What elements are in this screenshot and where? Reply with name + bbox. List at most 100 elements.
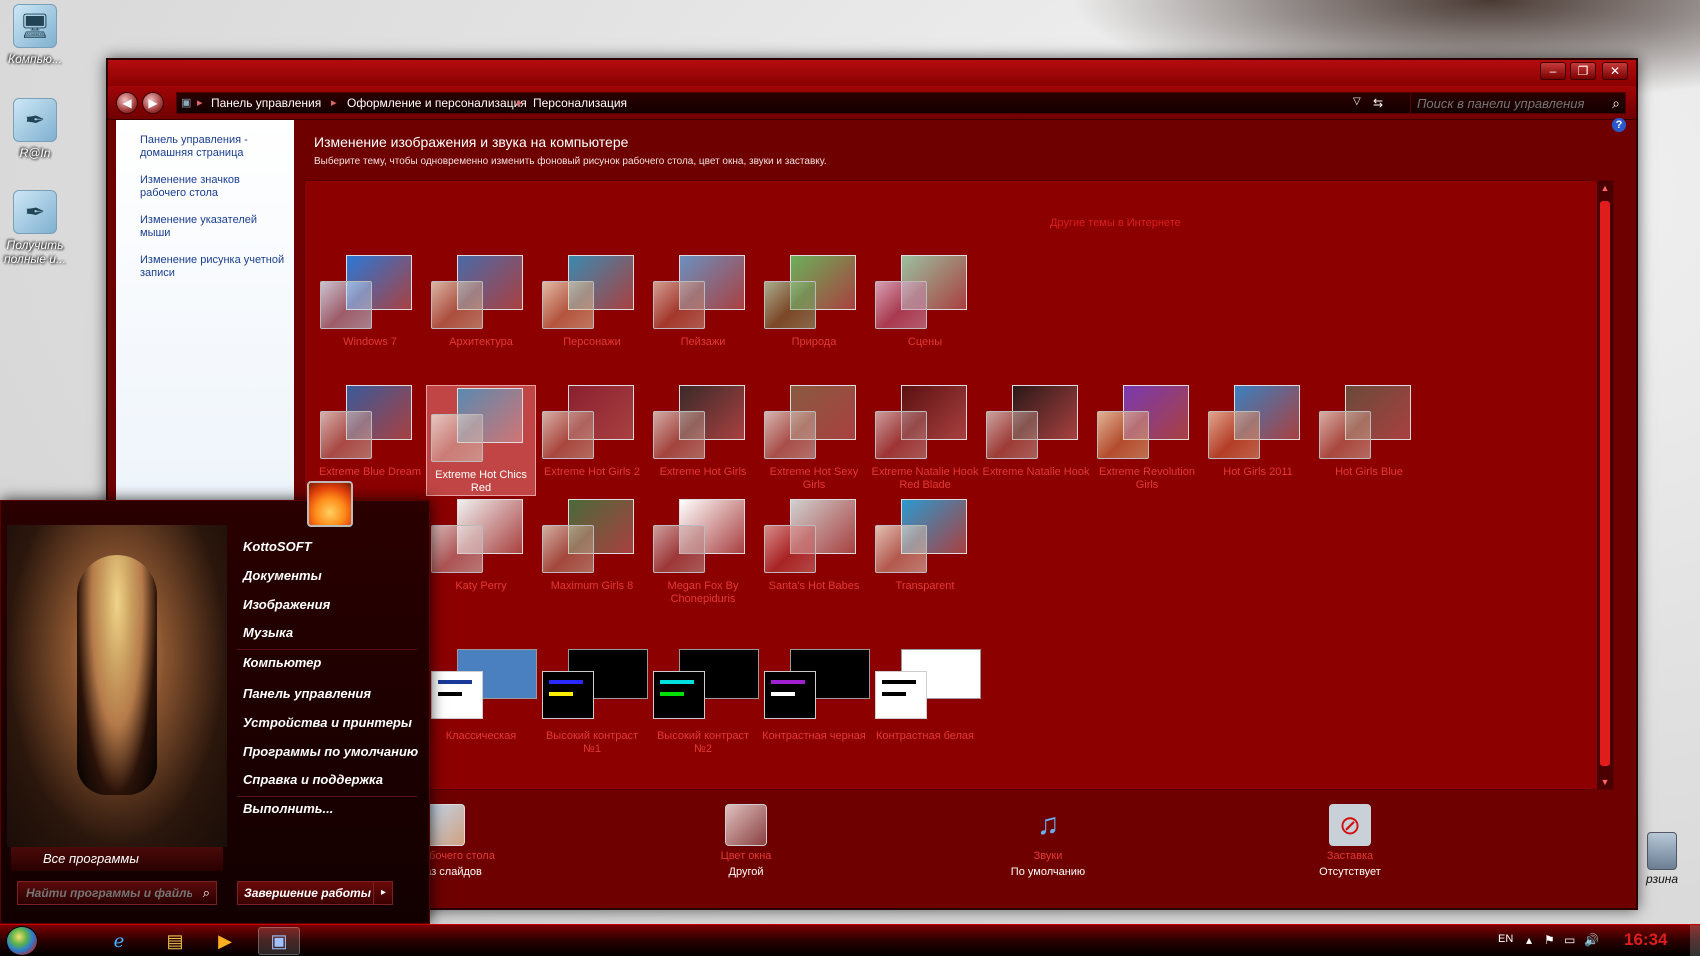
search-box[interactable]: ⌕ [1410,92,1626,114]
help-icon[interactable]: ? [1612,118,1626,132]
theme-item[interactable]: Extreme Hot Chics Red [426,385,536,496]
themes-scrollbar[interactable]: ▲ ▼ [1597,181,1613,789]
desktop-icon-get-full[interactable]: ✒ Получить полные и... [2,190,68,266]
theme-item[interactable]: Hot Girls Blue [1314,385,1424,479]
search-icon[interactable]: ⌕ [1612,95,1620,112]
change-desktop-icons-link[interactable]: Изменение значков рабочего стола [140,174,288,200]
flag-icon[interactable]: ⚑ [1544,933,1555,947]
scrollbar-thumb[interactable] [1600,201,1610,766]
contrast-theme-item[interactable]: Контрастная белая [870,649,981,743]
theme-preview [1319,385,1419,460]
theme-item[interactable]: Katy Perry [426,499,536,593]
theme-window-preview [431,281,483,329]
theme-item[interactable]: Santa's Hot Babes [759,499,869,593]
theme-color-bar [882,680,916,684]
sounds-icon: ♫ [1036,808,1060,841]
contrast-theme-item[interactable]: Высокий контраст №2 [648,649,759,756]
network-icon[interactable]: ▭ [1564,933,1575,947]
theme-window-preview [542,411,594,459]
start-search-box[interactable]: ⌕ [17,881,217,905]
theme-item[interactable]: Hot Girls 2011 [1203,385,1313,479]
theme-item[interactable]: Extreme Blue Dream [315,385,425,479]
start-menu-item[interactable]: Изображения [243,597,330,612]
all-programs-button[interactable]: Все программы [11,847,223,871]
themes-list: Другие темы в Интернете Windows 7 Архитек… [304,180,1614,790]
feather-icon: ✒ [13,98,57,142]
theme-item[interactable]: Extreme Hot Sexy Girls [759,385,869,492]
theme-item[interactable]: Windows 7 [315,255,425,349]
theme-item[interactable]: Maximum Girls 8 [537,499,647,593]
clock[interactable]: 16:34 [1624,930,1667,950]
chevron-down-icon[interactable]: ▽ [1353,96,1361,107]
theme-item[interactable]: Extreme Revolution Girls [1092,385,1202,492]
control-panel-home-link[interactable]: Панель управления - домашняя страница [140,134,288,160]
theme-item[interactable]: Природа [759,255,869,349]
theme-item[interactable]: Архитектура [426,255,536,349]
feather-icon: ✒ [13,190,57,234]
contrast-theme-item[interactable]: Классическая [426,649,537,743]
address-bar[interactable]: ▣ ▸ Панель управления ▸ Оформление и пер… [176,92,1412,114]
theme-window-preview [542,525,594,573]
breadcrumb-control-panel[interactable]: Панель управления [211,96,321,110]
back-button[interactable]: ◀ [116,92,138,114]
breadcrumb-personalization[interactable]: Персонализация [533,96,627,110]
desktop-icon-recycle-bin[interactable]: рзина [1632,832,1692,886]
start-menu-item[interactable]: Справка и поддержка [243,772,383,787]
theme-item[interactable]: Extreme Natalie Hook Red Blade [870,385,980,492]
scroll-down-arrow[interactable]: ▼ [1599,777,1611,787]
theme-item[interactable]: Megan Fox By Chonepiduris [648,499,758,606]
explorer-folder-icon[interactable]: ▤ [154,927,196,955]
theme-preview [542,385,642,460]
breadcrumb-appearance[interactable]: Оформление и персонализация [347,96,527,110]
shutdown-button[interactable]: Завершение работы [237,881,393,905]
show-hidden-icons-icon[interactable]: ▴ [1526,933,1532,947]
theme-item[interactable]: Extreme Hot Girls [648,385,758,479]
theme-item[interactable]: Персонажи [537,255,647,349]
search-icon[interactable]: ⌕ [203,885,210,901]
media-player-icon[interactable]: ▶ [204,927,246,955]
sounds-setting[interactable]: ♫ Звуки По умолчанию [978,804,1118,878]
maximize-button[interactable]: ❐ [1570,62,1596,80]
theme-item[interactable]: Transparent [870,499,980,593]
change-account-picture-link[interactable]: Изменение рисунка учетной записи [140,254,288,280]
theme-preview [764,649,870,724]
start-menu-item[interactable]: Программы по умолчанию [243,744,418,759]
change-mouse-pointers-link[interactable]: Изменение указателей мыши [140,214,288,240]
language-indicator[interactable]: EN [1498,933,1513,945]
screensaver-setting[interactable]: ⊘ Заставка Отсутствует [1280,804,1420,878]
desktop-icon-computer[interactable]: 🖥 Компью... [2,4,68,66]
search-input[interactable] [1411,93,1625,113]
start-menu-item[interactable]: KottoSOFT [243,539,312,554]
navigation-bar: ◀ ▶ ▣ ▸ Панель управления ▸ Оформление и… [108,86,1636,120]
refresh-icon[interactable]: ⇆ [1373,96,1383,110]
close-button[interactable]: ✕ [1602,62,1628,80]
volume-icon[interactable]: 🔊 [1584,933,1599,947]
internet-explorer-icon[interactable]: ℯ [98,927,140,955]
theme-item[interactable]: Extreme Natalie Hook [981,385,1091,479]
forward-button[interactable]: ▶ [142,92,164,114]
shutdown-options-button[interactable]: ▸ [373,881,393,905]
desktop-icon-rain[interactable]: ✒ R@In [2,98,68,160]
start-menu-item[interactable]: Устройства и принтеры [243,715,412,730]
start-menu-item[interactable]: Выполнить... [243,801,333,816]
start-button[interactable] [6,926,38,956]
theme-item[interactable]: Extreme Hot Girls 2 [537,385,647,479]
user-avatar[interactable] [307,481,353,527]
start-menu-item[interactable]: Компьютер [243,655,321,670]
show-desktop-button[interactable] [1690,925,1700,956]
window-titlebar[interactable]: – ❐ ✕ [108,60,1636,86]
start-menu-item[interactable]: Музыка [243,625,293,640]
online-themes-link[interactable]: Другие темы в Интернете [1050,217,1181,229]
start-search-input[interactable] [18,882,216,904]
window-color-setting[interactable]: Цвет окна Другой [676,804,816,878]
start-menu-item[interactable]: Панель управления [243,686,371,701]
tool-value: По умолчанию [1010,866,1086,878]
contrast-theme-item[interactable]: Высокий контраст №1 [537,649,648,756]
minimize-button[interactable]: – [1540,62,1566,80]
control-panel-icon[interactable]: ▣ [258,927,300,955]
theme-item[interactable]: Пейзажи [648,255,758,349]
theme-item[interactable]: Сцены [870,255,980,349]
start-menu-item[interactable]: Документы [243,568,322,583]
contrast-theme-item[interactable]: Контрастная черная [759,649,870,743]
scroll-up-arrow[interactable]: ▲ [1599,183,1611,193]
